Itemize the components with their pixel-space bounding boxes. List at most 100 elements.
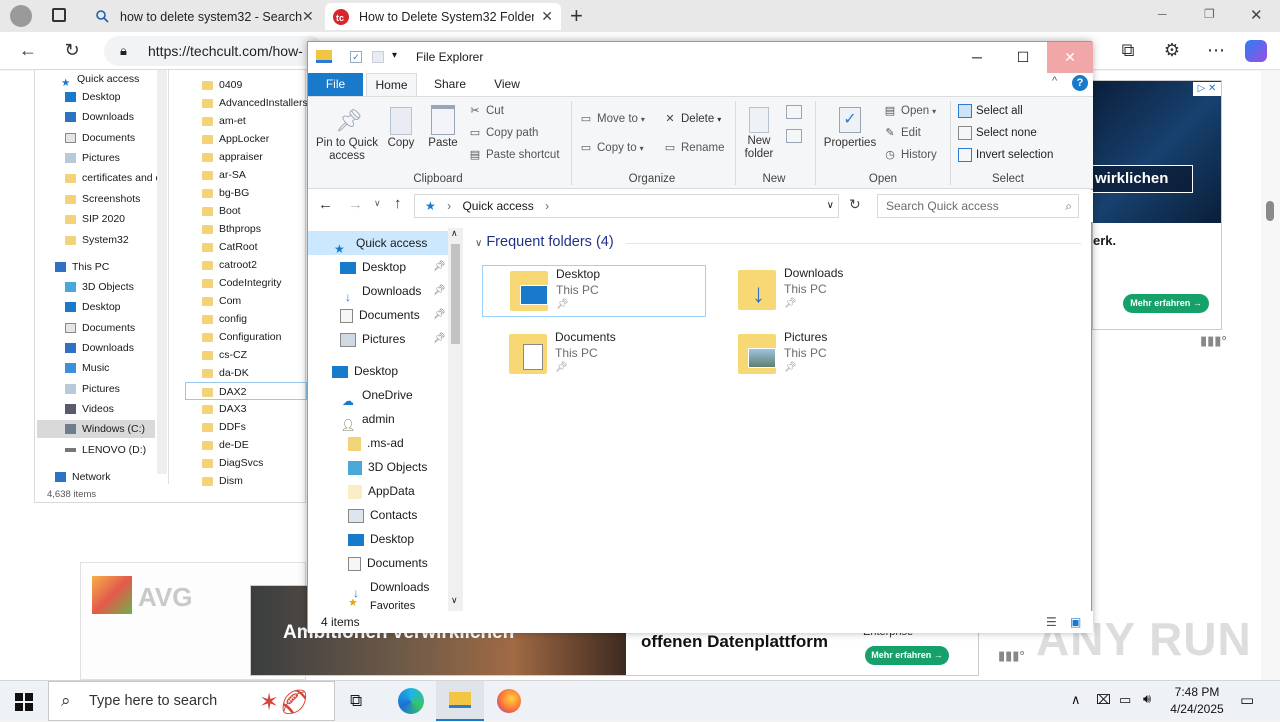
nav-item-favorites[interactable]: ★ Favorites — [308, 599, 448, 611]
tab-search[interactable]: how to delete system32 - Search ✕ — [86, 3, 320, 30]
qat-properties-icon[interactable]: ✓ — [350, 51, 362, 63]
nav-item-contacts[interactable]: Contacts — [308, 503, 448, 527]
more-menu-icon[interactable]: ⋯ — [1202, 36, 1230, 64]
select-all-button[interactable]: Select all — [958, 104, 1023, 118]
nav-item-downloads-user[interactable]: ↓ Downloads — [308, 575, 448, 600]
collections-icon[interactable]: ⧉ — [1114, 36, 1142, 64]
page-scrollbar[interactable] — [1261, 71, 1280, 682]
firefox-icon[interactable] — [497, 689, 521, 713]
tab-file[interactable]: File — [308, 73, 363, 96]
folder-tile-documents[interactable]: Documents This PC 📌︎ — [482, 329, 704, 379]
tab-actions-icon[interactable] — [52, 8, 66, 22]
recent-chevron-icon[interactable]: ∨ — [374, 198, 381, 209]
clock[interactable]: 7:48 PM 4/24/2025 — [1166, 685, 1228, 716]
page-scroll-thumb[interactable] — [1266, 201, 1274, 221]
back-arrow-icon[interactable]: ← — [14, 36, 42, 64]
qat-new-folder-icon[interactable] — [372, 51, 384, 63]
extensions-icon[interactable]: ⚙ — [1158, 36, 1186, 64]
breadcrumb-quick-access[interactable]: Quick access — [462, 199, 533, 213]
collapse-ribbon-icon[interactable]: ^ — [1052, 75, 1057, 87]
tab-techcult[interactable]: tc How to Delete System32 Folder in ✕ — [325, 3, 561, 30]
nav-item-downloads[interactable]: ↓ Downloads 📌︎ — [308, 279, 448, 304]
nav-item-desktop[interactable]: Desktop 📌︎ — [308, 255, 448, 279]
open-button[interactable]: ▤ Open ▾ — [883, 104, 936, 118]
details-view-icon[interactable]: ☰ — [1046, 611, 1057, 633]
refresh-icon[interactable]: ↻ — [849, 196, 861, 213]
nav-item-documents-user[interactable]: Documents — [308, 551, 448, 575]
properties-button[interactable]: ✓ Properties — [821, 101, 879, 149]
network-icon[interactable]: ▭ — [1119, 692, 1131, 708]
ad-banner-right[interactable]: wirklichen ▷ ✕ erk. Mehr erfahren → — [1092, 80, 1222, 330]
help-icon[interactable]: ? — [1072, 75, 1088, 91]
new-folder-button[interactable]: New folder — [739, 101, 779, 161]
up-arrow-icon[interactable]: ↑ — [394, 195, 402, 212]
forward-arrow-icon[interactable]: → — [348, 196, 363, 213]
folder-tile-desktop[interactable]: Desktop This PC 📌︎ — [482, 265, 706, 317]
nav-item-appdata[interactable]: AppData — [308, 479, 448, 503]
nav-scrollbar[interactable]: ∧ ∨ — [448, 228, 463, 611]
search-quick-access-input[interactable]: Search Quick access ⌕ — [877, 194, 1079, 218]
nav-item-documents[interactable]: Documents 📌︎ — [308, 303, 448, 327]
ad-choices-icon[interactable]: ▷ ✕ — [1193, 82, 1221, 96]
refresh-icon[interactable]: ↻ — [58, 36, 86, 64]
copy-path-button[interactable]: ▭ Copy path — [468, 126, 539, 140]
invert-selection-button[interactable]: Invert selection — [958, 148, 1053, 162]
nav-item-ms-ad[interactable]: .ms-ad — [308, 431, 448, 455]
easy-access-icon[interactable] — [786, 129, 802, 143]
scroll-up-icon[interactable]: ∧ — [451, 228, 458, 239]
move-to-button[interactable]: ▭ Move to ▾ — [579, 112, 645, 126]
device-icon[interactable]: ⌧ — [1096, 692, 1111, 708]
address-dropdown-icon[interactable]: ∨ — [827, 195, 834, 217]
restore-button[interactable]: ❐ — [1204, 7, 1215, 21]
file-explorer-taskbar-icon[interactable] — [436, 681, 484, 721]
scroll-thumb[interactable] — [451, 244, 460, 344]
paste-shortcut-button[interactable]: ▤ Paste shortcut — [468, 148, 560, 162]
new-tab-button[interactable]: + — [570, 3, 583, 29]
tab-share[interactable]: Share — [425, 73, 475, 96]
explorer-maximize-button[interactable]: ☐ — [1000, 42, 1046, 73]
copy-to-button[interactable]: ▭ Copy to ▾ — [579, 141, 644, 155]
rename-button[interactable]: ▭ Rename — [663, 141, 725, 155]
nav-item-3d-objects[interactable]: 3D Objects — [308, 455, 448, 479]
edge-browser-icon[interactable] — [398, 688, 424, 714]
tab-home[interactable]: Home — [366, 73, 417, 97]
url-field[interactable]: 🔒︎ https://techcult.com/how- — [104, 36, 324, 66]
copilot-icon[interactable] — [1245, 40, 1267, 62]
nav-item-admin[interactable]: 👤︎ admin — [308, 407, 448, 432]
nav-item-onedrive[interactable]: ☁ OneDrive — [308, 383, 448, 408]
nav-item-pictures[interactable]: Pictures 📌︎ — [308, 327, 448, 351]
notifications-icon[interactable]: ▭ — [1240, 691, 1254, 709]
ad-learn-more-button[interactable]: Mehr erfahren → — [1123, 294, 1209, 313]
task-view-icon[interactable]: ⧉ — [350, 691, 362, 711]
section-header-frequent[interactable]: ∨ Frequent folders (4) — [475, 234, 614, 250]
show-hidden-icons-icon[interactable]: ∧ — [1071, 692, 1081, 708]
volume-icon[interactable]: 🔊︎ — [1143, 691, 1151, 707]
folder-tile-pictures[interactable]: Pictures This PC 📌︎ — [711, 329, 933, 379]
ad-bottom-button[interactable]: Mehr erfahren → — [865, 646, 949, 665]
large-icons-view-icon[interactable]: ▣ — [1070, 611, 1081, 633]
taskbar-search-input[interactable]: ⌕ Type here to search ✶🏈︎ — [48, 681, 335, 721]
cut-button[interactable]: ✂ Cut — [468, 104, 504, 118]
address-path[interactable]: ★ › Quick access › ∨ — [414, 194, 839, 218]
folder-tile-downloads[interactable]: ↓ Downloads This PC 📌︎ — [711, 265, 933, 315]
back-arrow-icon[interactable]: ← — [318, 196, 333, 213]
scroll-down-icon[interactable]: ∨ — [451, 595, 458, 606]
edit-button[interactable]: ✎ Edit — [883, 126, 920, 140]
history-button[interactable]: ◷ History — [883, 148, 937, 162]
close-tab-icon[interactable]: ✕ — [302, 8, 314, 25]
pin-quick-access-button[interactable]: 📌︎ Pin to Quick access — [314, 101, 380, 163]
close-window-button[interactable]: ✕ — [1250, 6, 1263, 24]
explorer-close-button[interactable]: ✕ — [1047, 42, 1093, 73]
close-tab-icon[interactable]: ✕ — [541, 8, 553, 25]
nav-item-quick-access[interactable]: ★ Quick access — [308, 231, 448, 256]
qat-dropdown-icon[interactable]: ▾ — [392, 50, 397, 61]
delete-button[interactable]: ✕ Delete ▾ — [663, 112, 721, 126]
paste-button[interactable]: Paste — [425, 101, 461, 149]
minimize-button[interactable]: ─ — [1158, 7, 1167, 21]
new-item-icon[interactable] — [786, 105, 802, 119]
profile-avatar[interactable] — [10, 5, 32, 27]
tab-view[interactable]: View — [483, 73, 531, 96]
start-windows-icon[interactable] — [15, 693, 33, 711]
nav-item-desktop-root[interactable]: Desktop — [308, 359, 448, 383]
explorer-minimize-button[interactable]: ─ — [954, 42, 1000, 73]
